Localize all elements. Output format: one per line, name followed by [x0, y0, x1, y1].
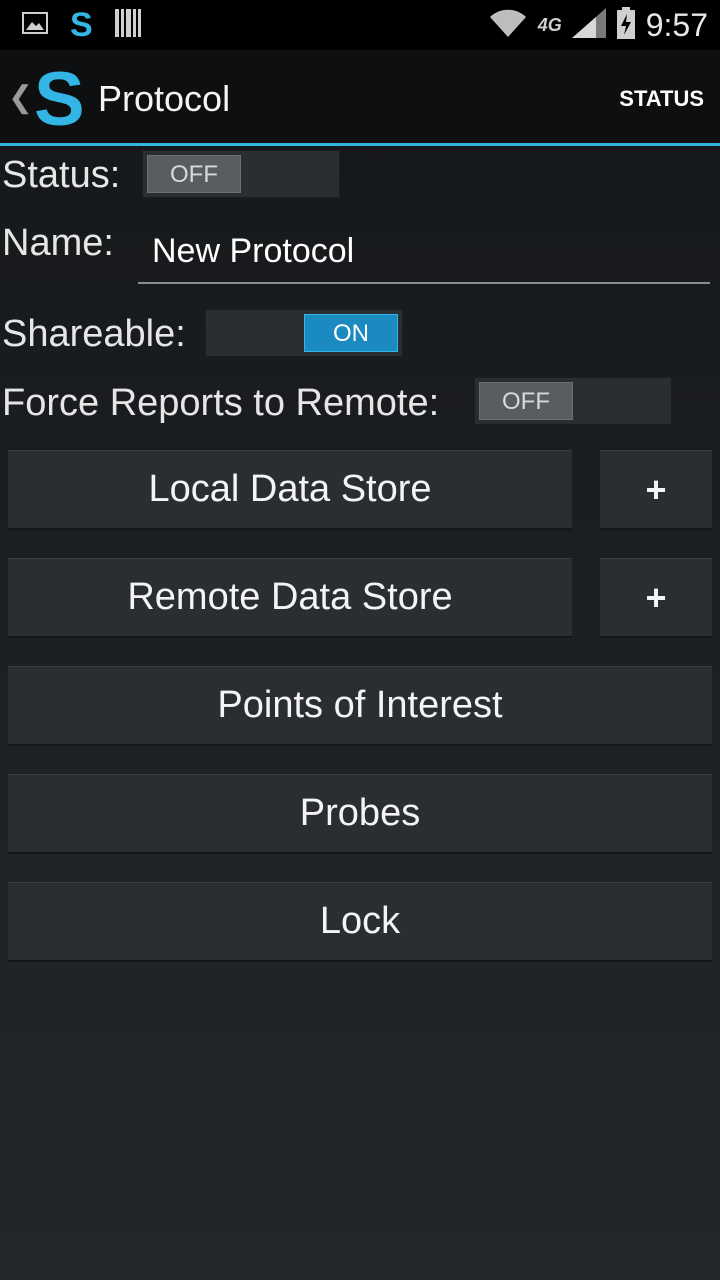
shareable-toggle-knob: ON	[304, 314, 398, 352]
points-of-interest-button[interactable]: Points of Interest	[8, 666, 712, 746]
force-reports-toggle-knob: OFF	[479, 382, 573, 420]
app-logo[interactable]: S	[34, 62, 85, 138]
chevron-left-icon[interactable]: ❮	[8, 80, 33, 115]
shareable-label: Shareable:	[2, 313, 186, 355]
add-local-data-store-button[interactable]: +	[600, 450, 712, 530]
status-toggle-knob: OFF	[147, 155, 241, 193]
cell-signal-icon	[571, 7, 606, 43]
page-title: Protocol	[98, 78, 231, 119]
shareable-toggle[interactable]: ON	[205, 309, 403, 357]
network-type-label: 4G	[537, 14, 562, 35]
status-action-button[interactable]: STATUS	[619, 86, 704, 112]
local-data-store-button[interactable]: Local Data Store	[8, 450, 572, 530]
barcode-notification-icon	[114, 8, 141, 42]
force-reports-toggle[interactable]: OFF	[474, 377, 672, 425]
status-label: Status:	[2, 154, 121, 196]
remote-data-store-button[interactable]: Remote Data Store	[8, 558, 572, 638]
app-s-notification-icon: S	[70, 6, 93, 44]
name-label: Name:	[2, 222, 114, 264]
wifi-icon	[488, 8, 528, 43]
force-reports-label: Force Reports to Remote:	[2, 382, 440, 424]
add-remote-data-store-button[interactable]: +	[600, 558, 712, 638]
action-bar: ❮ S Protocol STATUS	[0, 50, 720, 146]
name-field[interactable]	[138, 222, 710, 284]
lock-button[interactable]: Lock	[8, 882, 712, 962]
status-bar: S 4G 9:57	[0, 0, 720, 50]
status-toggle[interactable]: OFF	[142, 150, 340, 198]
probes-button[interactable]: Probes	[8, 774, 712, 854]
name-input[interactable]	[152, 232, 702, 271]
image-notification-icon	[22, 11, 48, 39]
clock: 9:57	[645, 6, 708, 43]
battery-charging-icon	[616, 6, 636, 44]
